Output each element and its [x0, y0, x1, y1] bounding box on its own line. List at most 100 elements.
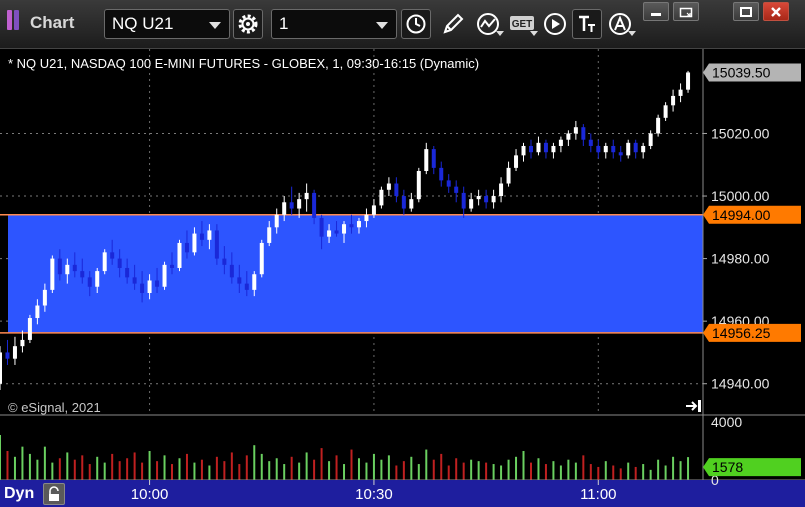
scroll-to-end-button[interactable] — [684, 398, 704, 414]
minimize-button[interactable] — [643, 2, 669, 21]
candle-body — [282, 202, 287, 215]
candle-body — [304, 192, 309, 200]
candle-body — [394, 183, 399, 197]
candle-body — [80, 271, 85, 278]
candle-body — [491, 196, 496, 203]
candle-body — [177, 242, 182, 268]
candle-body — [184, 242, 189, 253]
candle-body — [484, 196, 489, 203]
candle-body — [454, 186, 459, 193]
volume-current-tag: 1578 — [703, 458, 801, 477]
candle-body — [424, 149, 429, 171]
time-template-button[interactable] — [401, 9, 431, 39]
candle-body — [289, 202, 294, 209]
candle-body — [259, 242, 264, 275]
candle-body — [603, 145, 608, 153]
candle-body — [117, 258, 122, 268]
y-tick-label: 15020.00 — [711, 125, 770, 141]
lock-button[interactable] — [43, 483, 65, 505]
x-tick-label: 10:00 — [131, 486, 169, 503]
zone-upper-tag: 14994.00 — [703, 205, 801, 224]
candle-body — [356, 221, 361, 228]
candle-body — [72, 264, 77, 272]
candle-body — [686, 72, 691, 90]
candle-body — [140, 283, 145, 293]
close-icon — [771, 6, 781, 17]
candle-body — [626, 142, 631, 156]
candle-body — [244, 283, 249, 290]
candle-body — [20, 339, 25, 347]
candle-body — [514, 155, 519, 168]
candle-body — [573, 127, 578, 134]
candle-body — [342, 224, 347, 234]
candle-body — [439, 167, 444, 181]
text-icon — [579, 15, 595, 32]
candle-body — [618, 152, 623, 156]
interval-value: 1 — [279, 14, 289, 33]
candle-body — [274, 214, 279, 228]
chart-app-icon — [7, 10, 27, 32]
candle-body — [27, 318, 32, 340]
alerts-button[interactable] — [605, 9, 636, 39]
candle-body — [409, 199, 414, 209]
title-bar: Chart NQ U21 1 GET — [0, 0, 805, 49]
candle-body — [110, 252, 115, 259]
zone-fill — [8, 214, 703, 333]
zone-upper-tag-label: 14994.00 — [712, 207, 771, 223]
candle-body — [229, 264, 234, 278]
gear-icon — [238, 14, 258, 34]
drawing-tools-button[interactable] — [438, 9, 468, 39]
candle-body — [476, 196, 481, 200]
scroll-end-icon — [686, 400, 701, 412]
candle-body — [431, 149, 436, 168]
y-tick-label: 14980.00 — [711, 251, 770, 267]
candle-body — [252, 274, 257, 290]
settings-button[interactable] — [233, 9, 263, 39]
candle-body — [65, 264, 70, 275]
interval-select[interactable]: 1 — [271, 9, 397, 39]
get-data-button[interactable]: GET — [507, 9, 538, 39]
dynamic-scale-button[interactable]: Dyn — [4, 483, 42, 505]
volume-tick-label: 4000 — [711, 414, 742, 430]
chevron-down-icon — [209, 22, 221, 29]
candle-body — [334, 230, 339, 234]
candle-body — [528, 145, 533, 153]
candle-body — [446, 180, 451, 187]
close-button[interactable] — [763, 2, 789, 21]
candle-body — [371, 205, 376, 215]
y-tick-label: 15000.00 — [711, 188, 770, 204]
restore-button[interactable] — [673, 2, 699, 21]
candle-body — [551, 145, 556, 153]
clock-icon — [406, 14, 426, 34]
pencil-icon — [443, 13, 464, 34]
current-price-tag-label: 15039.50 — [712, 64, 771, 80]
price-chart[interactable]: A 15020.0015000.0014980.0014960.0014940.… — [0, 49, 805, 507]
candle-body — [327, 230, 332, 237]
chart-title: * NQ U21, NASDAQ 100 E-MINI FUTURES - GL… — [8, 56, 480, 71]
copyright-text: © eSignal, 2021 — [8, 400, 101, 415]
candle-body — [401, 196, 406, 209]
studies-button[interactable] — [473, 9, 504, 39]
window-title: Chart — [30, 13, 75, 32]
candle-body — [125, 267, 130, 278]
candle-body — [170, 264, 175, 268]
replay-button[interactable] — [540, 9, 570, 39]
candle-body — [50, 258, 55, 290]
candle-body — [536, 142, 541, 153]
text-tool-button[interactable] — [572, 9, 602, 39]
candle-body — [379, 189, 384, 206]
candle-body — [237, 277, 242, 284]
candle-body — [656, 117, 661, 134]
restore-icon — [679, 7, 693, 17]
zone-lower-tag-label: 14956.25 — [712, 325, 771, 341]
chart-area[interactable]: A 15020.0015000.0014980.0014960.0014940.… — [0, 49, 805, 507]
candle-body — [57, 258, 62, 275]
candle-body — [469, 199, 474, 209]
symbol-select[interactable]: NQ U21 — [104, 9, 230, 39]
candle-body — [199, 233, 204, 240]
candle-body — [207, 230, 212, 240]
symbol-value: NQ U21 — [112, 14, 174, 33]
candle-body — [192, 233, 197, 253]
maximize-button[interactable] — [733, 2, 759, 21]
candle-body — [566, 133, 571, 140]
